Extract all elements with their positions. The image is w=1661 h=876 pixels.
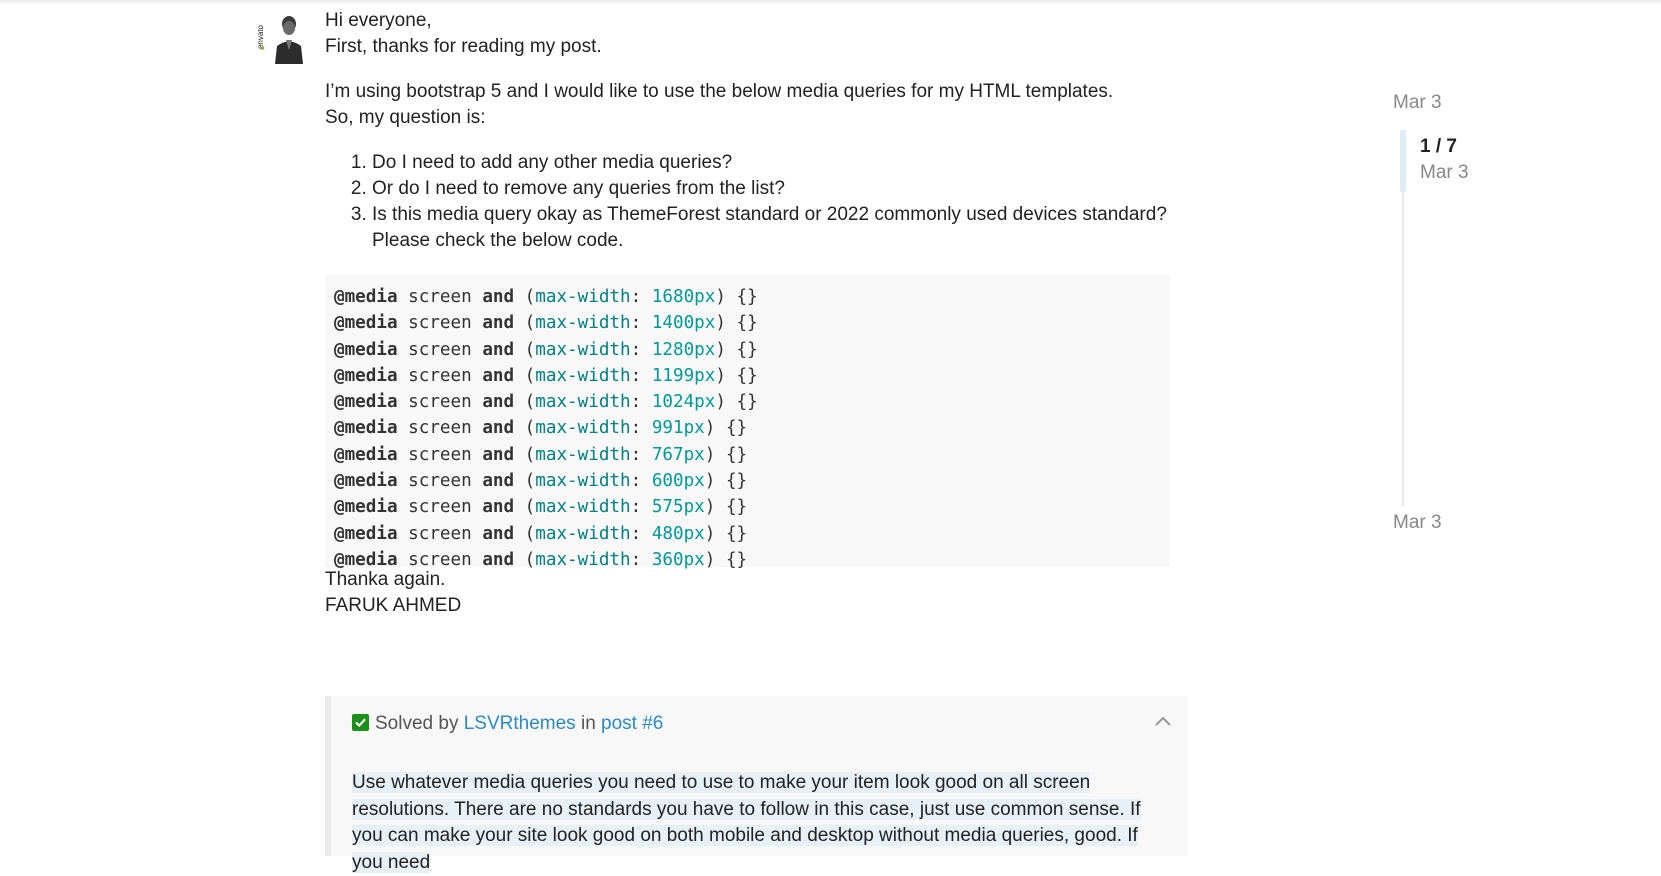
code-keyword: and: [482, 471, 515, 492]
solution-quote: Use whatever media queries you need to u…: [352, 770, 1170, 876]
code-media-type: screen: [408, 287, 472, 307]
code-value: 360px: [651, 549, 705, 570]
avatar-brand-text: envato: [258, 24, 265, 49]
solution-box: Solved by LSVRthemes in post #6 Use what…: [325, 696, 1188, 873]
code-property: max-width: [535, 392, 631, 413]
timeline-position-date: Mar 3: [1420, 162, 1469, 183]
code-value: 1680px: [651, 287, 716, 307]
question-item: Or do I need to remove any queries from …: [372, 176, 1190, 202]
code-media-type: screen: [408, 523, 472, 544]
code-media-type: screen: [408, 339, 472, 360]
code-line: @media screen and (max-width: 600px) {}: [334, 471, 748, 492]
code-media-type: screen: [408, 471, 472, 492]
code-value: 1199px: [651, 365, 716, 386]
code-line: @media screen and (max-width: 991px) {}: [334, 418, 748, 439]
code-property: max-width: [535, 549, 631, 570]
solution-author-link[interactable]: LSVRthemes: [464, 713, 576, 734]
question-item: Is this media query okay as ThemeForest …: [372, 202, 1190, 254]
code-value: 600px: [651, 471, 705, 492]
code-property: max-width: [535, 444, 631, 465]
code-keyword: and: [482, 287, 515, 307]
solution-in-text: in: [580, 713, 596, 734]
paragraph-2: So, my question is:: [325, 107, 486, 128]
intro-text: First, thanks for reading my post.: [325, 36, 602, 57]
code-value: 767px: [651, 444, 705, 465]
code-at-rule: @media: [334, 339, 398, 360]
code-line: @media screen and (max-width: 575px) {}: [334, 497, 748, 518]
code-at-rule: @media: [334, 313, 398, 334]
topic-timeline: Mar 3 1 / 7 Mar 3 Mar 3: [1393, 92, 1543, 542]
header-shadow: [0, 0, 1661, 6]
code-property: max-width: [535, 418, 631, 439]
avatar[interactable]: envato: [258, 10, 312, 64]
code-value: 1400px: [651, 313, 716, 334]
code-value: 575px: [651, 497, 705, 518]
code-at-rule: @media: [334, 287, 398, 307]
check-note: Please check the below code.: [372, 230, 624, 251]
post-body: Hi everyone, First, thanks for reading m…: [325, 8, 1190, 619]
code-at-rule: @media: [334, 365, 398, 386]
question-list: Do I need to add any other media queries…: [325, 150, 1190, 254]
code-at-rule: @media: [334, 418, 398, 439]
solution-header: Solved by LSVRthemes in post #6: [352, 711, 663, 737]
code-line: @media screen and (max-width: 1680px) {}: [334, 287, 758, 307]
paragraph-1: I’m using bootstrap 5 and I would like t…: [325, 81, 1114, 102]
timeline-scroll-handle[interactable]: [1400, 130, 1406, 192]
code-value: 480px: [651, 523, 705, 544]
code-at-rule: @media: [334, 523, 398, 544]
code-keyword: and: [482, 497, 515, 518]
question-text: Is this media query okay as ThemeForest …: [372, 204, 1167, 225]
code-property: max-width: [535, 339, 631, 360]
code-keyword: and: [482, 392, 515, 413]
code-line: @media screen and (max-width: 1199px) {}: [334, 365, 758, 386]
timeline-end-date[interactable]: Mar 3: [1393, 512, 1442, 534]
code-media-type: screen: [408, 497, 472, 518]
code-media-type: screen: [408, 392, 472, 413]
code-property: max-width: [535, 497, 631, 518]
code-keyword: and: [482, 523, 515, 544]
code-line: @media screen and (max-width: 1280px) {}: [334, 339, 758, 360]
solution-text: Use whatever media queries you need to u…: [352, 772, 1141, 873]
signature-text: FARUK AHMED: [325, 595, 462, 616]
code-keyword: and: [482, 365, 515, 386]
code-keyword: and: [482, 549, 515, 570]
code-keyword: and: [482, 418, 515, 439]
code-at-rule: @media: [334, 444, 398, 465]
solution-post-link[interactable]: post #6: [601, 713, 663, 734]
code-media-type: screen: [408, 313, 472, 334]
check-icon: [352, 714, 369, 731]
code-at-rule: @media: [334, 392, 398, 413]
code-property: max-width: [535, 523, 631, 544]
code-line: @media screen and (max-width: 480px) {}: [334, 523, 748, 544]
code-property: max-width: [535, 365, 631, 386]
code-property: max-width: [535, 287, 631, 307]
code-media-type: screen: [408, 365, 472, 386]
code-media-type: screen: [408, 418, 472, 439]
code-value: 991px: [651, 418, 705, 439]
greeting-text: Hi everyone,: [325, 10, 432, 31]
code-at-rule: @media: [334, 471, 398, 492]
code-value: 1024px: [651, 392, 716, 413]
code-property: max-width: [535, 313, 631, 334]
question-item: Do I need to add any other media queries…: [372, 150, 1190, 176]
code-value: 1280px: [651, 339, 716, 360]
code-line: @media screen and (max-width: 1024px) {}: [334, 392, 758, 413]
code-line: @media screen and (max-width: 1400px) {}: [334, 313, 758, 334]
code-media-type: screen: [408, 444, 472, 465]
chevron-up-icon[interactable]: [1153, 714, 1173, 728]
solved-prefix: Solved by: [375, 713, 459, 734]
timeline-position: 1 / 7: [1420, 136, 1457, 157]
user-avatar-image: envato: [258, 10, 312, 64]
code-keyword: and: [482, 313, 515, 334]
code-block[interactable]: @media screen and (max-width: 1680px) {}…: [325, 275, 1170, 570]
code-at-rule: @media: [334, 497, 398, 518]
timeline-start-date[interactable]: Mar 3: [1393, 92, 1442, 114]
code-property: max-width: [535, 471, 631, 492]
code-line: @media screen and (max-width: 767px) {}: [334, 444, 748, 465]
code-keyword: and: [482, 444, 515, 465]
code-keyword: and: [482, 339, 515, 360]
